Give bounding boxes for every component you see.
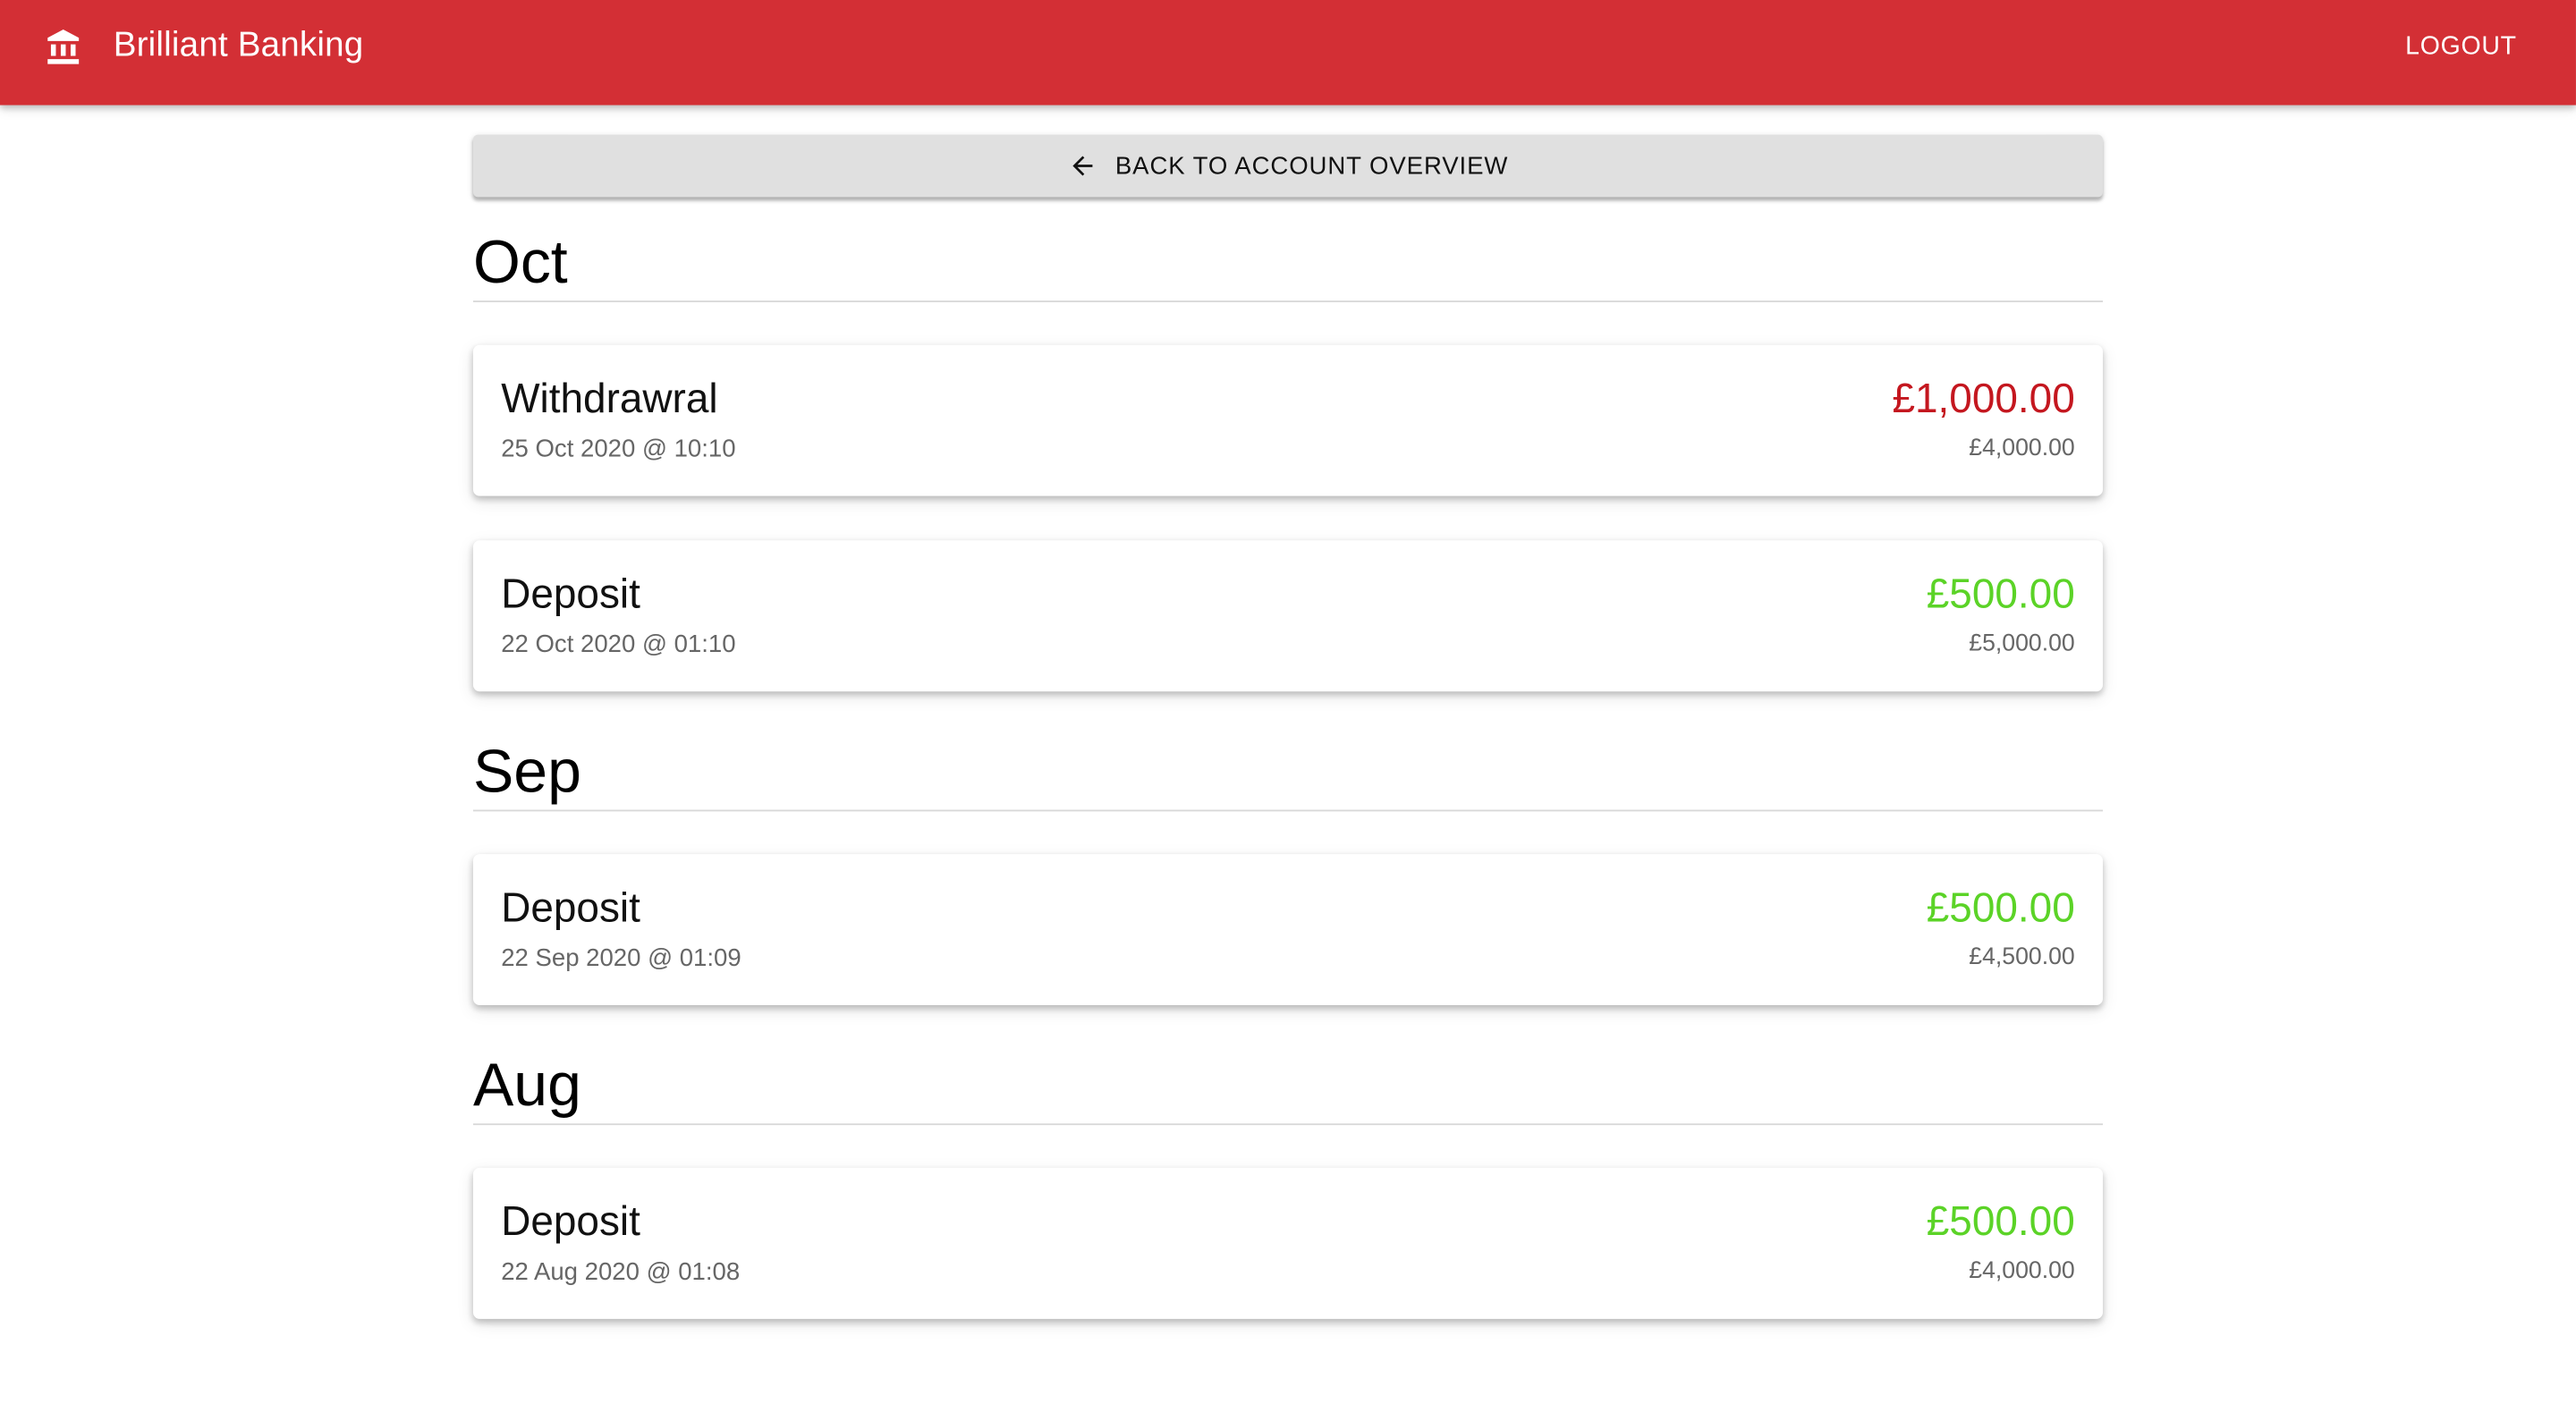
month-section-sep: Sep bbox=[472, 737, 2103, 812]
transaction-title: Deposit bbox=[501, 1198, 640, 1246]
transaction-date: 22 Sep 2020 @ 01:09 bbox=[501, 944, 741, 973]
back-button-label: BACK TO ACCOUNT OVERVIEW bbox=[1114, 151, 1509, 181]
bank-icon bbox=[47, 30, 80, 64]
transaction-title: Withdrawral bbox=[501, 376, 718, 423]
month-section-oct: Oct bbox=[472, 228, 2103, 302]
transaction-date: 25 Oct 2020 @ 10:10 bbox=[501, 435, 736, 463]
transaction-balance: £4,000.00 bbox=[1969, 435, 2075, 462]
transaction-title: Deposit bbox=[501, 571, 640, 618]
transaction-card[interactable]: Deposit 22 Sep 2020 @ 01:09 £500.00 £4,5… bbox=[472, 854, 2103, 1006]
page: Brilliant Banking LOGOUT BACK TO ACCOUNT… bbox=[0, 0, 2576, 1404]
app-title: Brilliant Banking bbox=[113, 26, 364, 64]
app-bar: Brilliant Banking LOGOUT bbox=[0, 0, 2576, 106]
transaction-balance: £4,500.00 bbox=[1969, 944, 2075, 971]
transaction-card[interactable]: Deposit 22 Oct 2020 @ 01:10 £500.00 £5,0… bbox=[472, 540, 2103, 692]
transaction-card[interactable]: Deposit 22 Aug 2020 @ 01:08 £500.00 £4,0… bbox=[472, 1167, 2103, 1319]
transaction-card[interactable]: Withdrawral 25 Oct 2020 @ 10:10 £1,000.0… bbox=[472, 344, 2103, 496]
transaction-title: Deposit bbox=[501, 884, 640, 932]
transaction-amount: £500.00 bbox=[1926, 571, 2075, 618]
logout-button[interactable]: LOGOUT bbox=[2405, 33, 2517, 63]
month-heading: Sep bbox=[472, 737, 581, 805]
transaction-amount: £500.00 bbox=[1926, 1198, 2075, 1246]
transaction-date: 22 Aug 2020 @ 01:08 bbox=[501, 1257, 741, 1287]
transaction-date: 22 Oct 2020 @ 01:10 bbox=[501, 630, 736, 659]
transaction-amount: £1,000.00 bbox=[1892, 376, 2075, 423]
arrow-left-icon bbox=[1072, 156, 1093, 176]
month-divider bbox=[472, 300, 2103, 302]
month-divider bbox=[472, 1123, 2103, 1126]
month-divider bbox=[472, 809, 2103, 812]
transaction-balance: £4,000.00 bbox=[1969, 1257, 2075, 1285]
back-to-overview-button[interactable]: BACK TO ACCOUNT OVERVIEW bbox=[472, 134, 2103, 198]
transaction-amount: £500.00 bbox=[1926, 884, 2075, 932]
month-heading: Oct bbox=[472, 228, 568, 296]
transaction-balance: £5,000.00 bbox=[1969, 630, 2075, 657]
month-section-aug: Aug bbox=[472, 1051, 2103, 1126]
month-heading: Aug bbox=[472, 1051, 581, 1119]
